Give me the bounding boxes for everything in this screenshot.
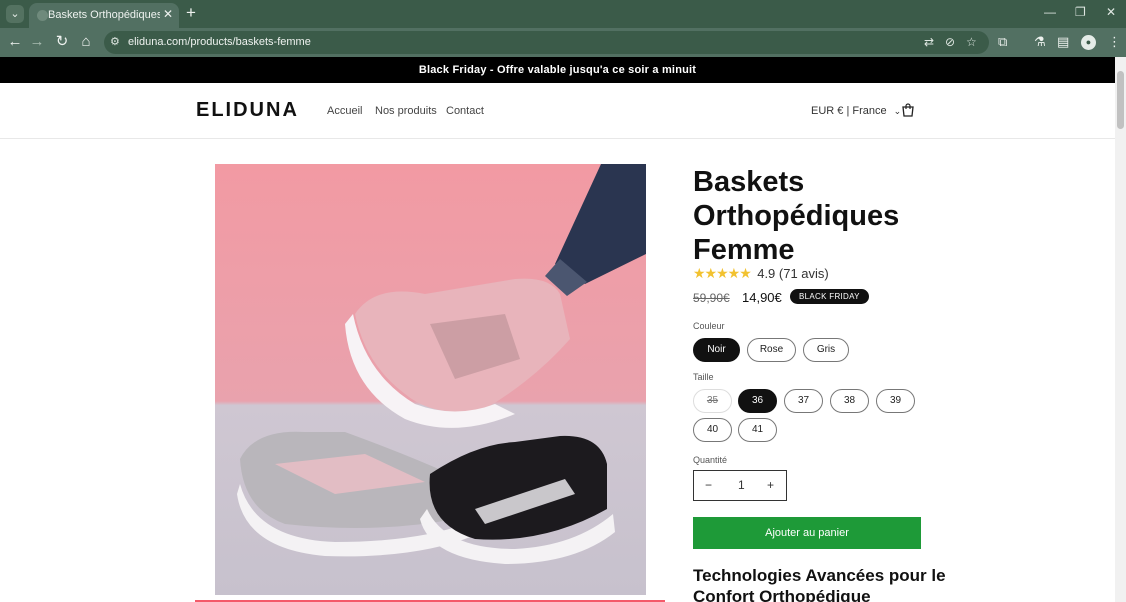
- page-scrollbar[interactable]: [1115, 57, 1126, 602]
- scrollbar-thumb[interactable]: [1117, 71, 1124, 129]
- quantity-decrease-button[interactable]: −: [705, 478, 712, 492]
- nav-link-accueil[interactable]: Accueil: [327, 105, 362, 117]
- tracking-protection-icon[interactable]: ⊘: [945, 35, 955, 49]
- translate-icon[interactable]: ⇄: [924, 35, 934, 49]
- size-option-36[interactable]: 36: [738, 389, 777, 413]
- size-option-39[interactable]: 39: [876, 389, 915, 413]
- quantity-label: Quantité: [693, 455, 728, 465]
- size-option-38[interactable]: 38: [830, 389, 869, 413]
- price-original: 59,90€: [693, 291, 730, 305]
- home-icon[interactable]: ⌂: [77, 33, 95, 51]
- color-option-rose[interactable]: Rose: [747, 338, 796, 362]
- announcement-bar: Black Friday - Offre valable jusqu'a ce …: [0, 57, 1115, 83]
- size-option-40[interactable]: 40: [693, 418, 732, 442]
- back-icon[interactable]: ←: [6, 33, 24, 51]
- url-text: eliduna.com/products/baskets-femme: [128, 36, 311, 48]
- product-title: Baskets Orthopédiques Femme: [693, 166, 900, 266]
- profile-avatar-icon[interactable]: ●: [1081, 35, 1096, 50]
- labs-icon[interactable]: ⚗: [1034, 34, 1046, 50]
- color-label: Couleur: [693, 321, 725, 331]
- size-option-41[interactable]: 41: [738, 418, 777, 442]
- side-panel-icon[interactable]: ▤: [1057, 34, 1069, 50]
- new-tab-button[interactable]: +: [186, 3, 196, 23]
- features-heading: Technologies Avancées pour le Confort Or…: [693, 566, 946, 602]
- minimize-icon[interactable]: —: [1044, 5, 1056, 19]
- site-header: ELIDUNA Accueil Nos produits Contact EUR…: [0, 83, 1115, 139]
- site-info-icon[interactable]: ⚙: [110, 35, 120, 48]
- rating-stars-icon: ★★★★★: [693, 265, 752, 281]
- rating-text: 4.9 (71 avis): [757, 266, 829, 281]
- color-option-gris[interactable]: Gris: [803, 338, 849, 362]
- favicon: [37, 10, 48, 21]
- menu-kebab-icon[interactable]: ⋮: [1108, 34, 1121, 50]
- address-bar[interactable]: ⚙ eliduna.com/products/baskets-femme ⇄ ⊘…: [104, 31, 989, 54]
- price-sale: 14,90€: [742, 290, 782, 305]
- tab-search-button[interactable]: ⌄: [6, 5, 24, 23]
- extensions-icon[interactable]: ⧉: [998, 34, 1007, 50]
- quantity-increase-button[interactable]: +: [767, 478, 774, 492]
- add-to-cart-button[interactable]: Ajouter au panier: [693, 517, 921, 549]
- size-option-37[interactable]: 37: [784, 389, 823, 413]
- cart-icon[interactable]: [901, 103, 915, 117]
- currency-label: EUR € | France: [811, 105, 887, 117]
- nav-link-contact[interactable]: Contact: [446, 105, 484, 117]
- close-window-icon[interactable]: ✕: [1106, 5, 1116, 19]
- product-image[interactable]: [215, 164, 646, 595]
- restore-icon[interactable]: ❐: [1075, 5, 1086, 19]
- size-option-35[interactable]: 35: [693, 389, 732, 413]
- forward-icon[interactable]: →: [28, 33, 46, 51]
- quantity-input[interactable]: 1: [738, 478, 745, 492]
- size-label: Taille: [693, 372, 714, 382]
- reload-icon[interactable]: ↻: [53, 33, 71, 51]
- bookmark-star-icon[interactable]: ☆: [966, 35, 977, 49]
- browser-toolbar: ← → ↻ ⌂ ⚙ eliduna.com/products/baskets-f…: [0, 28, 1126, 57]
- browser-tabstrip: ⌄ Baskets Orthopédiques Femme ✕ + — ❐ ✕: [0, 0, 1126, 28]
- color-option-noir[interactable]: Noir: [693, 338, 740, 362]
- tab-title: Baskets Orthopédiques Femme: [48, 9, 160, 21]
- product-rating: ★★★★★ 4.9 (71 avis): [693, 265, 829, 281]
- web-page: Black Friday - Offre valable jusqu'a ce …: [0, 57, 1115, 602]
- sale-badge: BLACK FRIDAY: [790, 289, 869, 304]
- nav-link-produits[interactable]: Nos produits: [375, 105, 437, 117]
- site-logo[interactable]: ELIDUNA: [196, 99, 299, 122]
- tab-close-icon[interactable]: ✕: [163, 7, 173, 21]
- browser-tab[interactable]: Baskets Orthopédiques Femme ✕: [29, 3, 179, 28]
- currency-selector[interactable]: EUR € | France ⌄: [811, 105, 901, 117]
- quantity-stepper: − 1 +: [693, 470, 787, 501]
